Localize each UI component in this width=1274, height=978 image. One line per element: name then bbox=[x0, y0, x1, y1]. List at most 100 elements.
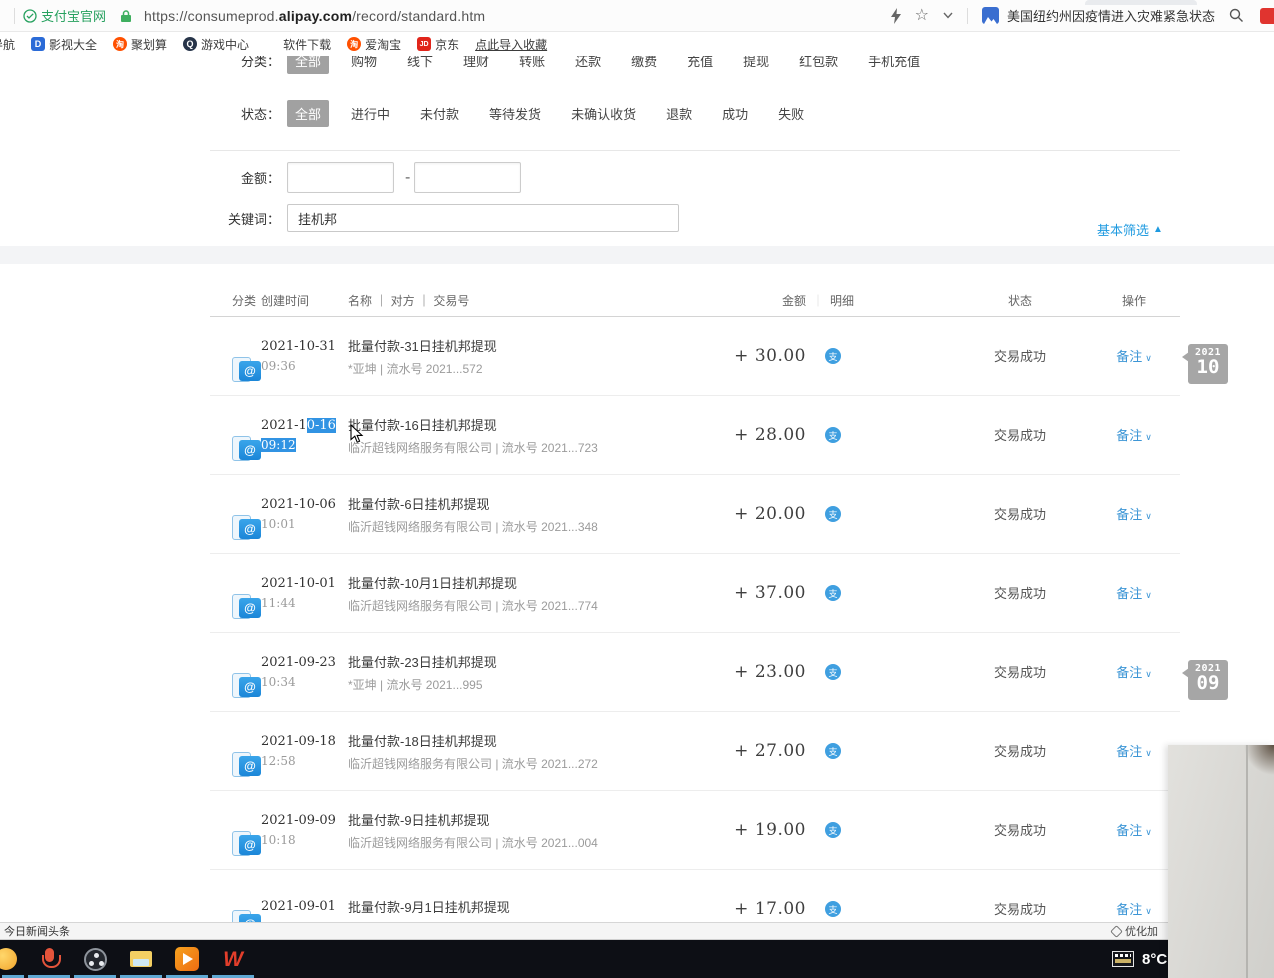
header-action: 操作 bbox=[1110, 292, 1158, 309]
amount-min-input[interactable] bbox=[287, 162, 394, 193]
bookmark-label: 爱淘宝 bbox=[365, 36, 401, 53]
filter-option[interactable]: 进行中 bbox=[343, 100, 398, 127]
header-category: 分类 bbox=[210, 292, 261, 309]
row-date: 2021-10-01 bbox=[261, 576, 348, 591]
lock-icon bbox=[120, 9, 132, 23]
chevron-down-icon: ∨ bbox=[1145, 906, 1152, 916]
file-explorer-icon[interactable] bbox=[118, 940, 164, 978]
bookmark-item[interactable]: JD京东 bbox=[417, 36, 459, 53]
bookmark-item[interactable]: 点此导入收藏 bbox=[475, 36, 547, 53]
alipay-logo-icon[interactable]: 支 bbox=[825, 743, 841, 759]
bookmark-item[interactable]: 导航 bbox=[0, 36, 15, 53]
transaction-row: @2021-09-2310:34批量付款-23日挂机邦提现*亚坤 | 流水号 2… bbox=[210, 633, 1180, 712]
row-amount: + 20.00 bbox=[734, 504, 806, 524]
alipay-logo-icon[interactable]: 支 bbox=[825, 585, 841, 601]
bookmark-star-icon[interactable]: ☆ bbox=[915, 8, 929, 24]
row-status: 交易成功 bbox=[994, 507, 1046, 522]
row-time: 12:58 bbox=[261, 754, 348, 768]
penguin-icon: Q bbox=[183, 37, 197, 51]
row-subtitle: 临沂超钱网络服务有限公司 | 流水号 2021...348 bbox=[348, 518, 706, 535]
filter-option[interactable]: 失败 bbox=[770, 100, 812, 127]
address-bar-url[interactable]: https://consumeprod.alipay.com/record/st… bbox=[144, 8, 485, 24]
remark-link[interactable]: 备注∨ bbox=[1116, 902, 1152, 917]
filter-option[interactable]: 未确认收货 bbox=[563, 100, 644, 127]
row-time: 10:01 bbox=[261, 517, 348, 531]
bandicam-icon[interactable] bbox=[164, 940, 210, 978]
filter-option[interactable]: 等待发货 bbox=[481, 100, 549, 127]
row-title: 批量付款-31日挂机邦提现 bbox=[348, 336, 706, 355]
header-name-party-txid: 名称 ｜ 对方 ｜ 交易号 bbox=[348, 292, 706, 309]
remark-link[interactable]: 备注∨ bbox=[1116, 428, 1152, 443]
tao-circle-icon: 淘 bbox=[113, 37, 127, 51]
month-badge: 202109 bbox=[1188, 660, 1228, 700]
lightning-icon[interactable] bbox=[891, 8, 901, 24]
screen: 支付宝官网 https://consumeprod.alipay.com/rec… bbox=[0, 0, 1274, 978]
wps-icon[interactable]: W bbox=[210, 940, 256, 978]
remark-link[interactable]: 备注∨ bbox=[1116, 665, 1152, 680]
filter-option[interactable]: 退款 bbox=[658, 100, 700, 127]
divider bbox=[14, 8, 15, 24]
row-date: 2021-10-06 bbox=[261, 497, 348, 512]
bookmark-item[interactable]: 软件下载 bbox=[265, 36, 331, 53]
alipay-logo-icon[interactable]: 支 bbox=[825, 664, 841, 680]
input-method-icon[interactable] bbox=[1112, 951, 1134, 967]
browser-extension-icon[interactable] bbox=[1260, 8, 1274, 24]
transaction-row: @2021-09-1812:58批量付款-18日挂机邦提现临沂超钱网络服务有限公… bbox=[210, 712, 1180, 791]
transaction-row: @2021-10-0111:44批量付款-10月1日挂机邦提现临沂超钱网络服务有… bbox=[210, 554, 1180, 633]
amount-max-input[interactable] bbox=[414, 162, 521, 193]
chevron-down-icon: ∨ bbox=[1145, 511, 1152, 521]
news-ticker[interactable]: 美国纽约州因疫情进入灾难紧急状态 bbox=[982, 6, 1215, 25]
bookmarks-bar: 导航D影视大全淘聚划算Q游戏中心软件下载淘爱淘宝JD京东点此导入收藏 bbox=[0, 32, 1274, 56]
obs-icon[interactable] bbox=[72, 940, 118, 978]
remark-link[interactable]: 备注∨ bbox=[1116, 586, 1152, 601]
remark-link[interactable]: 备注∨ bbox=[1116, 507, 1152, 522]
microphone-icon[interactable] bbox=[26, 940, 72, 978]
keyword-input[interactable] bbox=[287, 204, 679, 232]
alipay-logo-icon[interactable]: 支 bbox=[825, 427, 841, 443]
basic-filter-link[interactable]: 基本筛选 ▲ bbox=[1097, 220, 1163, 239]
browser-status-bar: 今日新闻头条 优化加 bbox=[0, 922, 1274, 940]
header-detail: 明细 bbox=[830, 292, 854, 309]
row-amount: + 28.00 bbox=[734, 425, 806, 445]
remark-link[interactable]: 备注∨ bbox=[1116, 349, 1152, 364]
chevron-down-icon: ∨ bbox=[1145, 432, 1152, 442]
alipay-logo-icon[interactable]: 支 bbox=[825, 506, 841, 522]
bookmark-item[interactable]: D影视大全 bbox=[31, 36, 97, 53]
row-title: 批量付款-9月1日挂机邦提现 bbox=[348, 897, 706, 916]
transaction-row: @2021-09-0910:18批量付款-9日挂机邦提现临沂超钱网络服务有限公司… bbox=[210, 791, 1180, 870]
search-icon[interactable] bbox=[1229, 8, 1244, 23]
windows-taskbar: W 8°C bbox=[0, 940, 1274, 978]
row-title: 批量付款-10月1日挂机邦提现 bbox=[348, 573, 706, 592]
chevron-down-icon: ∨ bbox=[1145, 590, 1152, 600]
remark-link[interactable]: 备注∨ bbox=[1116, 823, 1152, 838]
row-status: 交易成功 bbox=[994, 349, 1046, 364]
partial-app-icon[interactable] bbox=[0, 940, 26, 978]
transactions-table: 分类 创建时间 名称 ｜ 对方 ｜ 交易号 金额 ｜明细 状态 操作 @2021… bbox=[210, 284, 1180, 949]
alipay-logo-icon[interactable]: 支 bbox=[825, 901, 841, 917]
site-verified-badge[interactable]: 支付宝官网 bbox=[23, 6, 106, 25]
remark-link[interactable]: 备注∨ bbox=[1116, 744, 1152, 759]
filter-option[interactable]: 未付款 bbox=[412, 100, 467, 127]
status-bar-text[interactable]: 今日新闻头条 bbox=[4, 923, 70, 939]
row-time: 09:36 bbox=[261, 359, 348, 373]
filter-option[interactable]: 全部 bbox=[287, 100, 329, 127]
header-divider: ｜ bbox=[812, 292, 824, 309]
bookmark-label: 聚划算 bbox=[131, 36, 167, 53]
chevron-down-icon[interactable] bbox=[943, 12, 953, 19]
temperature-text[interactable]: 8°C bbox=[1142, 951, 1167, 968]
row-amount: + 30.00 bbox=[734, 346, 806, 366]
row-amount: + 27.00 bbox=[734, 741, 806, 761]
optimize-boost[interactable]: 优化加 bbox=[1112, 923, 1158, 939]
bookmark-item[interactable]: 淘聚划算 bbox=[113, 36, 167, 53]
row-title: 批量付款-23日挂机邦提现 bbox=[348, 652, 706, 671]
bookmark-item[interactable]: Q游戏中心 bbox=[183, 36, 249, 53]
chevron-down-icon: ∨ bbox=[1145, 353, 1152, 363]
row-date: 2021-09-23 bbox=[261, 655, 348, 670]
alipay-logo-icon[interactable]: 支 bbox=[825, 822, 841, 838]
filter-option[interactable]: 成功 bbox=[714, 100, 756, 127]
row-status: 交易成功 bbox=[994, 823, 1046, 838]
row-title: 批量付款-18日挂机邦提现 bbox=[348, 731, 706, 750]
alipay-logo-icon[interactable]: 支 bbox=[825, 348, 841, 364]
bookmark-item[interactable]: 淘爱淘宝 bbox=[347, 36, 401, 53]
browser-tab[interactable] bbox=[1085, 0, 1197, 5]
